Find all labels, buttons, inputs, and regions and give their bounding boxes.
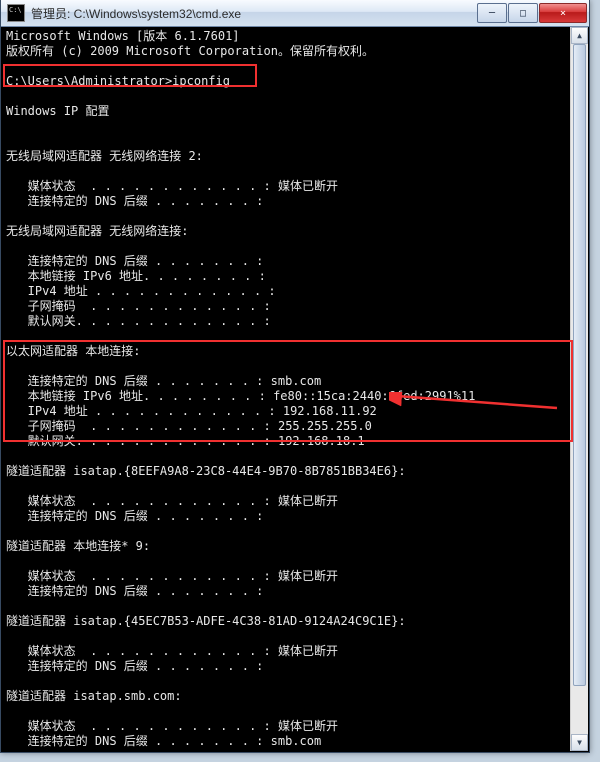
line: 媒体状态 . . . . . . . . . . . . : 媒体已断开 (6, 644, 338, 658)
window-controls: ─ □ × (476, 3, 587, 23)
line: 默认网关. . . . . . . . . . . . . : (6, 314, 271, 328)
line: 本地链接 IPv6 地址. . . . . . . . : (6, 269, 266, 283)
maximize-button[interactable]: □ (508, 3, 538, 23)
cmd-icon (7, 4, 25, 22)
line: 默认网关. . . . . . . . . . . . . : 192.168.… (6, 434, 365, 448)
line: 连接特定的 DNS 后缀 . . . . . . . : smb.com (6, 734, 321, 748)
adapter-header: 无线局域网适配器 无线网络连接 2: (6, 149, 203, 163)
line: 连接特定的 DNS 后缀 . . . . . . . : (6, 254, 263, 268)
adapter-header: 以太网适配器 本地连接: (6, 344, 140, 358)
window-title: 管理员: C:\Windows\system32\cmd.exe (31, 5, 476, 22)
close-button[interactable]: × (539, 3, 587, 23)
vertical-scrollbar[interactable]: ▲ ▼ (570, 27, 588, 751)
titlebar[interactable]: 管理员: C:\Windows\system32\cmd.exe ─ □ × (1, 0, 589, 27)
line: 连接特定的 DNS 后缀 . . . . . . . : (6, 509, 263, 523)
minimize-icon: ─ (489, 8, 495, 19)
scroll-up-arrow-icon[interactable]: ▲ (571, 27, 588, 44)
line: 媒体状态 . . . . . . . . . . . . : 媒体已断开 (6, 179, 338, 193)
line: 连接特定的 DNS 后缀 . . . . . . . : (6, 659, 263, 673)
adapter-header: 隧道适配器 本地连接* 9: (6, 539, 150, 553)
line: 子网掩码 . . . . . . . . . . . . : (6, 299, 271, 313)
adapter-header: 无线局域网适配器 无线网络连接: (6, 224, 188, 238)
line: 本地链接 IPv6 地址. . . . . . . . : fe80::15ca… (6, 389, 475, 403)
cmd-window: 管理员: C:\Windows\system32\cmd.exe ─ □ × M… (0, 0, 590, 753)
line: Microsoft Windows [版本 6.1.7601] (6, 29, 240, 43)
scroll-track[interactable] (571, 44, 588, 734)
line: 连接特定的 DNS 后缀 . . . . . . . : (6, 584, 263, 598)
scroll-down-arrow-icon[interactable]: ▼ (571, 734, 588, 751)
adapter-header: 隧道适配器 isatap.smb.com: (6, 689, 182, 703)
line: 连接特定的 DNS 后缀 . . . . . . . : (6, 194, 263, 208)
line: 媒体状态 . . . . . . . . . . . . : 媒体已断开 (6, 719, 338, 733)
line: 媒体状态 . . . . . . . . . . . . : 媒体已断开 (6, 494, 338, 508)
adapter-header: 隧道适配器 isatap.{45EC7B53-ADFE-4C38-81AD-91… (6, 614, 406, 628)
line: Windows IP 配置 (6, 104, 109, 118)
line: IPv4 地址 . . . . . . . . . . . . : 192.16… (6, 404, 377, 418)
line: 版权所有 (c) 2009 Microsoft Corporation。保留所有… (6, 44, 374, 58)
line: IPv4 地址 . . . . . . . . . . . . : (6, 284, 276, 298)
line: 连接特定的 DNS 后缀 . . . . . . . : smb.com (6, 374, 321, 388)
close-icon: × (560, 8, 566, 19)
line: 子网掩码 . . . . . . . . . . . . : 255.255.2… (6, 419, 372, 433)
scroll-thumb[interactable] (573, 44, 586, 686)
line: 媒体状态 . . . . . . . . . . . . : 媒体已断开 (6, 569, 338, 583)
terminal-output[interactable]: Microsoft Windows [版本 6.1.7601] 版权所有 (c)… (2, 27, 571, 751)
prompt-line: C:\Users\Administrator>ipconfig (6, 74, 230, 88)
maximize-icon: □ (520, 8, 526, 19)
adapter-header: 隧道适配器 isatap.{8EEFA9A8-23C8-44E4-9B70-8B… (6, 464, 406, 478)
minimize-button[interactable]: ─ (477, 3, 507, 23)
